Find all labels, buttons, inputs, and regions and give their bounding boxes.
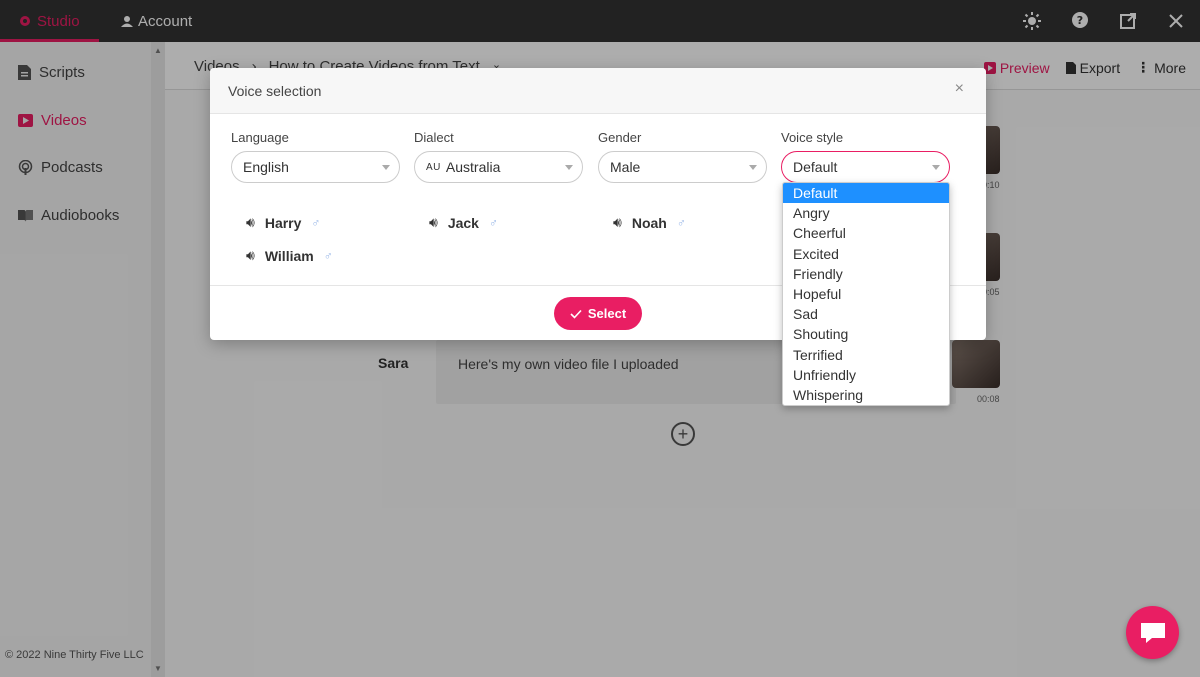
gender-value: Male [610,159,641,175]
voice-style-select[interactable]: Default [781,151,950,183]
language-field: Language English [231,130,400,183]
chevron-down-icon [382,165,390,170]
chevron-down-icon [932,165,940,170]
gender-label: Gender [598,130,642,145]
voice-style-label: Voice style [781,130,844,145]
close-icon[interactable]: × [955,80,964,98]
dropdown-option[interactable]: Sad [783,304,949,324]
select-button[interactable]: Select [554,297,642,330]
chat-bubble-icon [1140,622,1165,643]
dropdown-option[interactable]: Terrified [783,345,949,365]
male-icon: ♂ [323,248,333,263]
voice-name: Harry [264,214,302,231]
voice-item-william[interactable]: 🔊︎ William ♂ [246,247,333,264]
modal-header: Voice selection × [210,68,986,114]
speaker-icon[interactable]: 🔊︎ [429,214,438,231]
voice-item-noah[interactable]: 🔊︎ Noah ♂ [613,214,686,231]
speaker-icon[interactable]: 🔊︎ [246,214,255,231]
dropdown-option[interactable]: Hopeful [783,284,949,304]
dialect-label: Dialect [414,130,454,145]
dropdown-option[interactable]: Angry [783,203,949,223]
voice-item-jack[interactable]: 🔊︎ Jack ♂ [429,214,498,231]
flag-au-icon: AU [426,161,441,173]
chevron-down-icon [565,165,573,170]
voice-style-value: Default [793,159,838,175]
gender-field: Gender Male [598,130,767,183]
male-icon: ♂ [488,215,498,230]
language-value: English [243,159,289,175]
language-label: Language [231,130,289,145]
dropdown-option[interactable]: Cheerful [783,223,949,243]
male-icon: ♂ [311,215,321,230]
dialect-field: Dialect AU Australia [414,130,583,183]
voice-style-field: Voice style Default [781,130,950,183]
speaker-icon[interactable]: 🔊︎ [246,247,255,264]
male-icon: ♂ [676,215,686,230]
gender-select[interactable]: Male [598,151,767,183]
dropdown-option[interactable]: Unfriendly [783,365,949,385]
voice-name: Jack [447,214,479,231]
dropdown-option[interactable]: Friendly [783,264,949,284]
select-label: Select [587,306,627,321]
voice-item-harry[interactable]: 🔊︎ Harry ♂ [246,214,320,231]
voice-name: William [264,247,314,264]
modal-title: Voice selection [228,83,322,99]
check-icon [570,309,582,319]
dropdown-option[interactable]: Whispering [783,385,949,405]
chat-button[interactable] [1126,606,1179,659]
dropdown-option[interactable]: Default [783,183,949,204]
voice-style-dropdown: Default Angry Cheerful Excited Friendly … [782,182,950,406]
dialect-value: Australia [445,159,501,175]
dropdown-option[interactable]: Excited [783,244,949,264]
speaker-icon[interactable]: 🔊︎ [613,214,622,231]
language-select[interactable]: English [231,151,400,183]
chevron-down-icon [749,165,757,170]
dropdown-option[interactable]: Shouting [783,324,949,344]
dialect-select[interactable]: AU Australia [414,151,583,183]
voice-name: Noah [631,214,667,231]
